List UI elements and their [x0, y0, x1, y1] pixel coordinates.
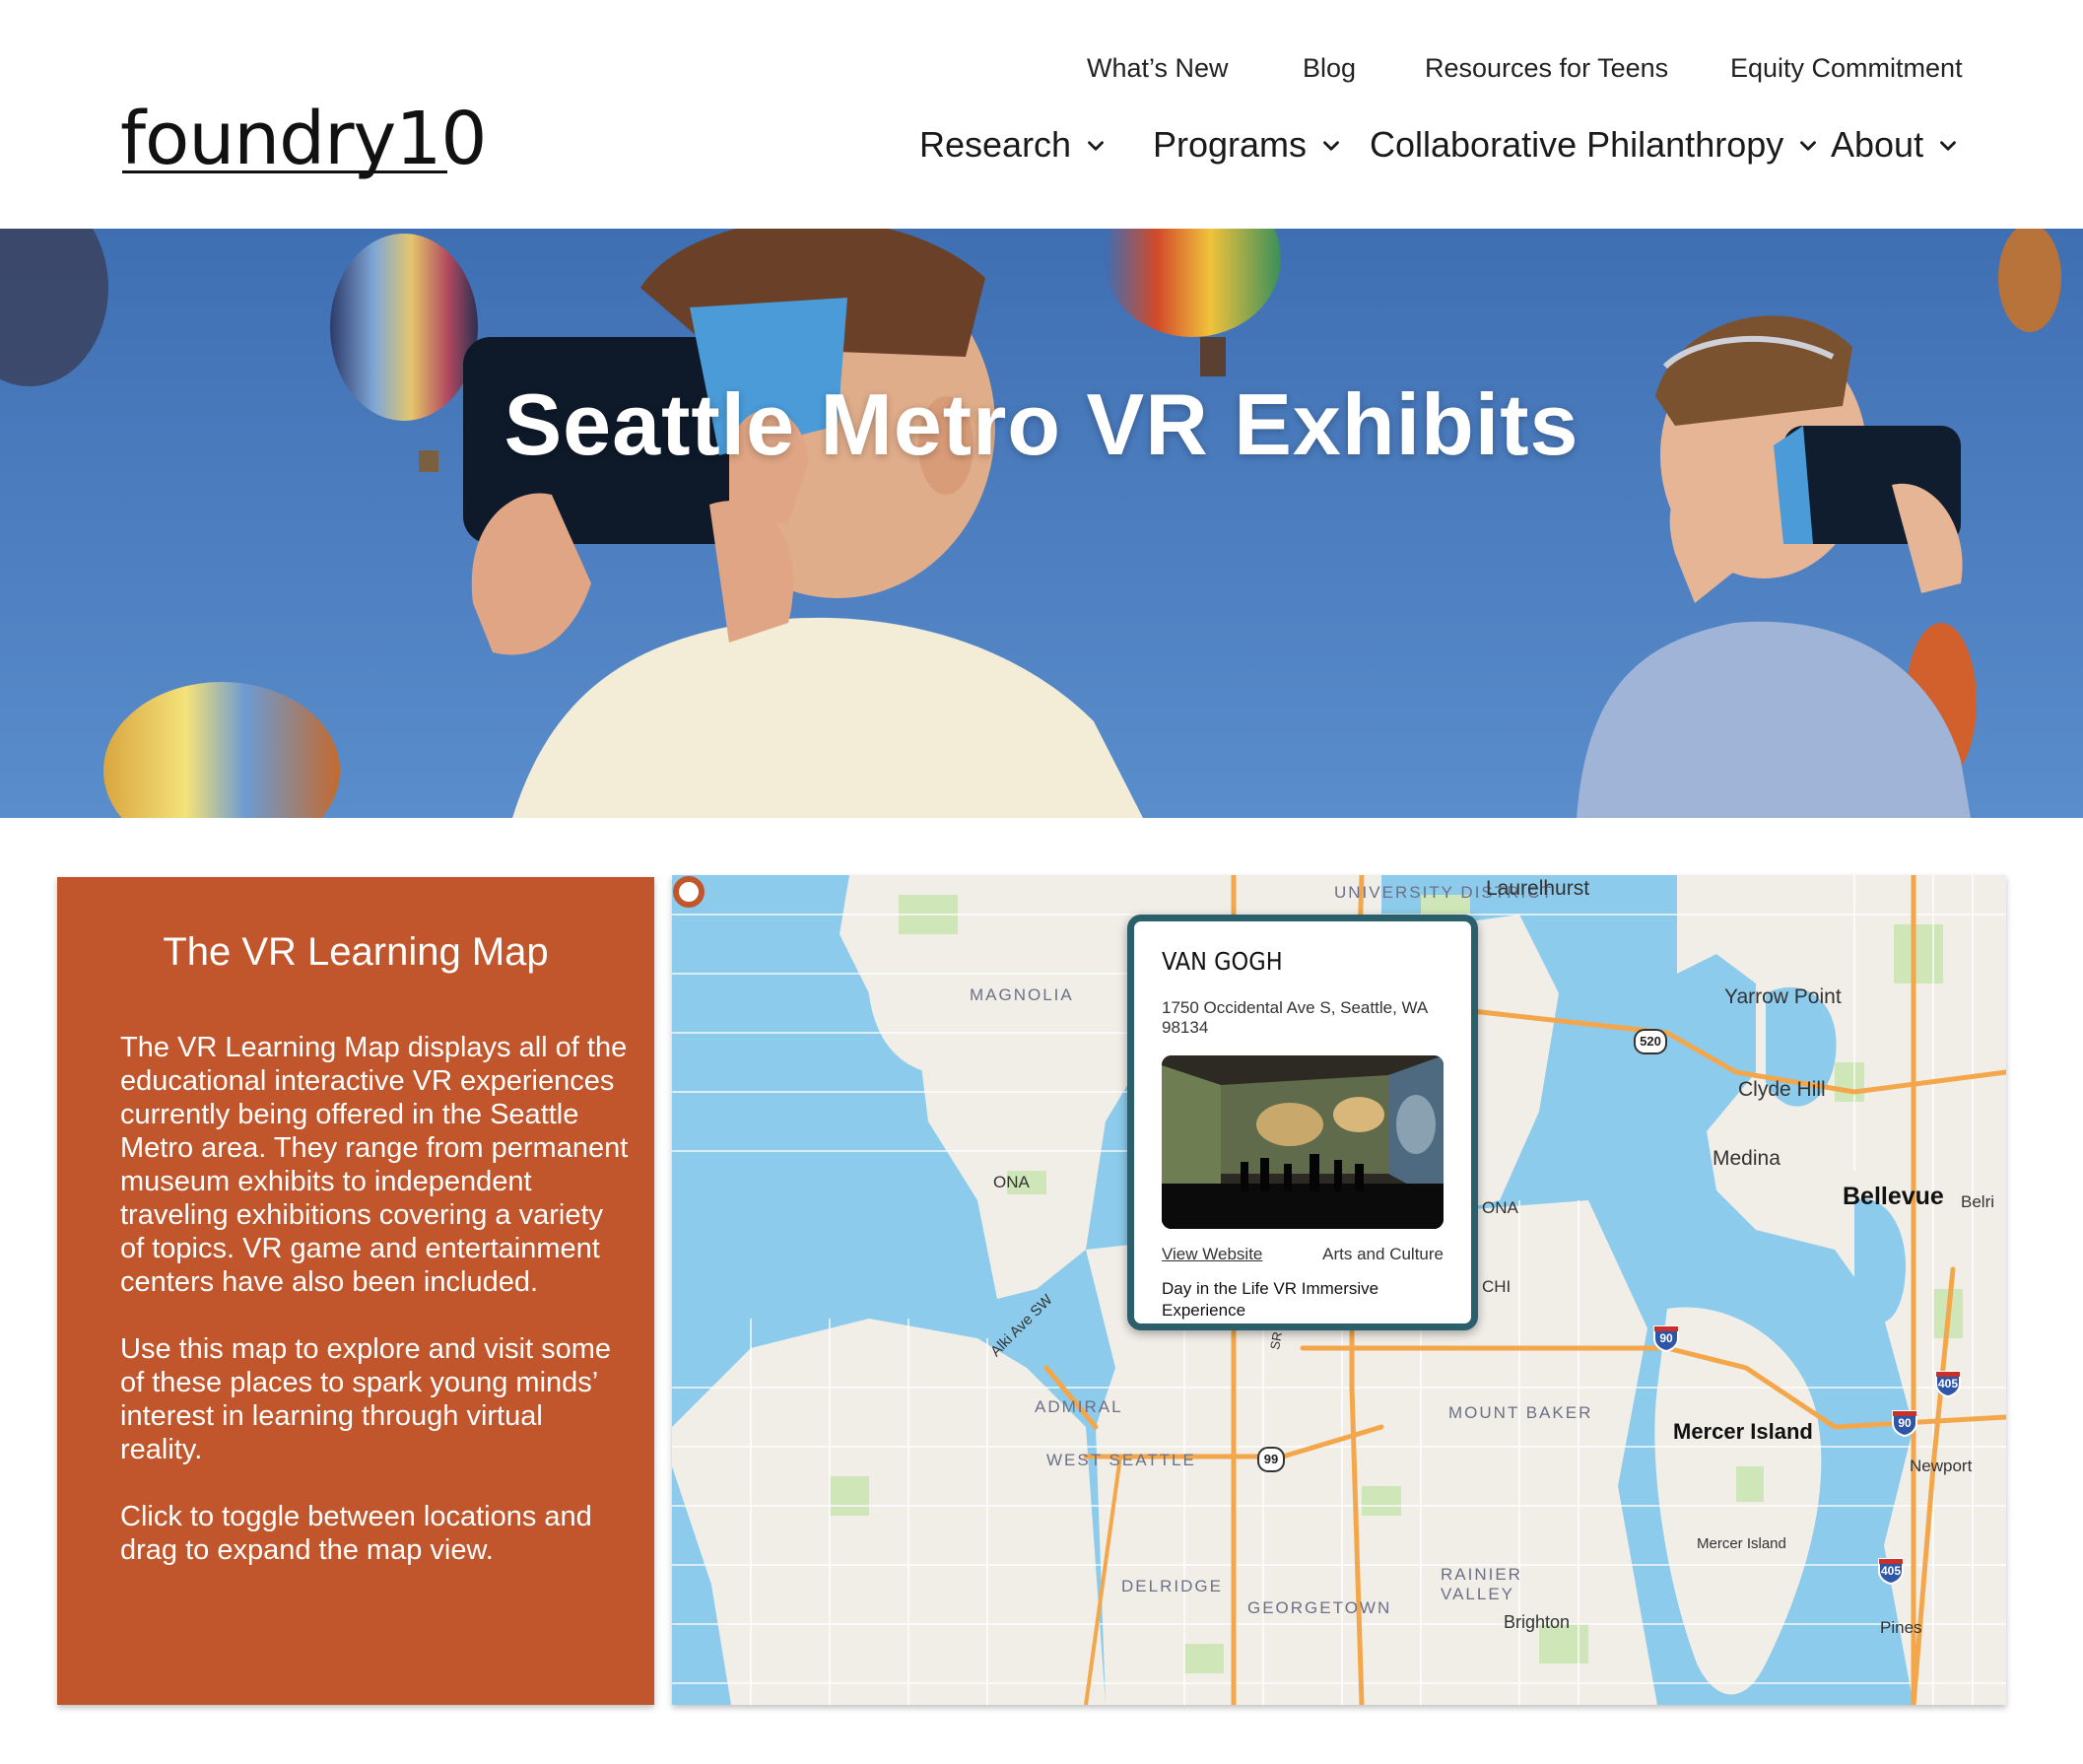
logo-underline: [122, 170, 447, 173]
map-label-west-seattle: WEST SEATTLE: [1046, 1451, 1196, 1469]
map-label-mount-baker: MOUNT BAKER: [1448, 1403, 1593, 1422]
chevron-down-icon: [1940, 141, 1956, 151]
chevron-down-icon: [1088, 141, 1104, 151]
hero-banner: Seattle Metro VR Exhibits: [0, 229, 2083, 818]
site-header: foundry10 What’s New Blog Resources for …: [0, 0, 2083, 229]
map-label-clyde-hill: Clyde Hill: [1738, 1078, 1826, 1101]
map-label-mercer-island: Mercer Island: [1673, 1419, 1813, 1444]
map-label-bellevue: Bellevue: [1843, 1183, 1944, 1210]
info-paragraph: Use this map to explore and visit some o…: [120, 1333, 612, 1465]
nav-item-about[interactable]: About: [1831, 124, 1961, 166]
interstate-405-number: 405: [1880, 1564, 1902, 1578]
util-link-whats-new[interactable]: What’s New: [1087, 53, 1229, 84]
map-label-newport: Newport: [1910, 1457, 1973, 1475]
main-nav: Research Programs Collaborative Philanth…: [0, 124, 2083, 170]
map-label-admiral: ADMIRAL: [1035, 1397, 1123, 1416]
popup-category: Arts and Culture: [1322, 1245, 1444, 1263]
popup-description: Day in the Life VR Immersive Experience: [1162, 1279, 1379, 1320]
popup-address: 1750 Occidental Ave S, Seattle, WA 98134: [1162, 998, 1428, 1037]
sr-99-shield-icon: 99: [1257, 1447, 1285, 1472]
interstate-405-shield-icon: 405: [1876, 1555, 1906, 1586]
nav-label: Research: [919, 124, 1072, 165]
exhibit-photo: [1162, 1055, 1444, 1229]
info-panel-body: The VR Learning Map displays all of the …: [120, 1031, 633, 1600]
sr-520-shield-icon: 520: [1634, 1029, 1667, 1054]
interstate-405-shield-icon: 405: [1933, 1368, 1963, 1398]
map-label-magnolia: MAGNOLIA: [970, 985, 1074, 1004]
nav-label: Collaborative Philanthropy: [1370, 124, 1784, 165]
location-popup: VAN GOGH 1750 Occidental Ave S, Seattle,…: [1127, 915, 1478, 1355]
map-label-pines: Pines: [1880, 1618, 1922, 1637]
view-website-link[interactable]: View Website: [1162, 1245, 1262, 1264]
nav-item-research[interactable]: Research: [919, 124, 1109, 166]
page-title: Seattle Metro VR Exhibits: [504, 375, 1579, 473]
info-panel: The VR Learning Map The VR Learning Map …: [57, 877, 654, 1705]
map-label-ona-2: ONA: [1482, 1198, 1518, 1217]
interstate-90-number: 90: [1659, 1331, 1673, 1345]
map-label-yarrow-point: Yarrow Point: [1724, 985, 1842, 1008]
util-link-blog[interactable]: Blog: [1303, 53, 1356, 84]
map-label-chi: CHI: [1482, 1277, 1512, 1296]
nav-item-programs[interactable]: Programs: [1153, 124, 1344, 166]
nav-label: About: [1831, 124, 1924, 165]
interstate-90-number: 90: [1898, 1416, 1912, 1430]
map-label-delridge: DELRIDGE: [1121, 1577, 1223, 1595]
popup-title: VAN GOGH: [1162, 947, 1283, 976]
map-label-medina: Medina: [1713, 1147, 1781, 1170]
info-paragraph: Click to toggle between locations and dr…: [120, 1501, 592, 1566]
interstate-90-shield-icon: 90: [1890, 1407, 1919, 1438]
util-link-resources-for-teens[interactable]: Resources for Teens: [1425, 53, 1668, 84]
hero-photo: [0, 229, 2083, 818]
nav-item-collaborative-philanthropy[interactable]: Collaborative Philanthropy: [1370, 124, 1821, 166]
chevron-down-icon: [1800, 141, 1817, 151]
interstate-405-number: 405: [1937, 1377, 1959, 1391]
map-label-mercer-island-small: Mercer Island: [1697, 1535, 1786, 1552]
info-panel-title: The VR Learning Map: [163, 930, 549, 974]
location-marker-icon[interactable]: [672, 875, 706, 909]
map-label-georgetown: GEORGETOWN: [1247, 1598, 1392, 1617]
vr-learning-map[interactable]: UNIVERSITY DISTRICT Laurelhurst MAGNOLIA…: [672, 875, 2006, 1705]
info-paragraph: The VR Learning Map displays all of the …: [120, 1032, 629, 1298]
interstate-90-shield-icon: 90: [1651, 1323, 1681, 1353]
map-label-laurelhurst: Laurelhurst: [1486, 877, 1590, 900]
nav-label: Programs: [1153, 124, 1308, 165]
map-label-ona: ONA: [993, 1173, 1030, 1191]
map-label-rainier-valley: RAINIER VALLEY: [1441, 1565, 1522, 1603]
utility-nav: What’s New Blog Resources for Teens Equi…: [0, 53, 2083, 89]
util-link-equity-commitment[interactable]: Equity Commitment: [1730, 53, 1963, 84]
chevron-down-icon: [1323, 141, 1339, 151]
map-label-belrive: Belri: [1961, 1192, 1995, 1211]
map-label-brighton: Brighton: [1504, 1612, 1571, 1632]
